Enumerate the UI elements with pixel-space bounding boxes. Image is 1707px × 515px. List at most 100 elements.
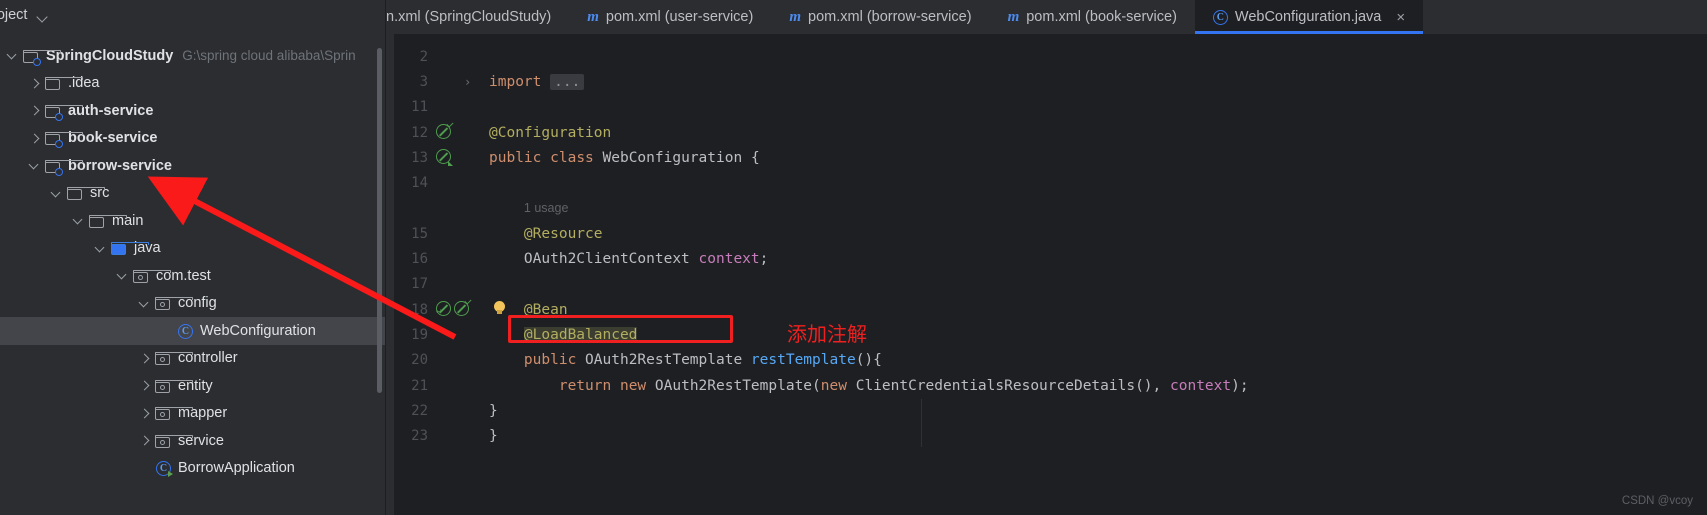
tree-item-borrow-service[interactable]: borrow-service: [0, 152, 386, 180]
code-line[interactable]: 18 ↵ @Bean: [386, 297, 1707, 322]
code-line[interactable]: 16 OAuth2ClientContext context;: [386, 246, 1707, 271]
code-text: import ...: [489, 73, 585, 90]
chevron-right-icon[interactable]: [136, 345, 154, 372]
editor-tab-pom-xml-book-service-[interactable]: m pom.xml (book-service): [990, 0, 1195, 34]
chevron-right-icon[interactable]: [26, 70, 44, 97]
close-icon[interactable]: ×: [1396, 10, 1405, 25]
tree-item-com-test[interactable]: com.test: [0, 262, 386, 290]
chevron-down-icon[interactable]: [48, 180, 66, 207]
tree-item-config[interactable]: config: [0, 290, 386, 318]
tree-item-label: SpringCloudStudy: [46, 47, 174, 64]
tree-item-mapper[interactable]: mapper: [0, 400, 386, 428]
editor-tab-n-xml-springcloudstudy-[interactable]: n.xml (SpringCloudStudy): [386, 0, 569, 34]
line-number: 19: [411, 326, 428, 343]
code-line[interactable]: 1 usage: [386, 196, 1707, 221]
chevron-right-icon[interactable]: [136, 427, 154, 454]
sidebar-scrollbar[interactable]: [377, 48, 382, 393]
editor-tab-webconfiguration-java[interactable]: C WebConfiguration.java ×: [1194, 0, 1424, 34]
chevron-down-icon[interactable]: [26, 152, 44, 179]
tree-item-borrowapplication[interactable]: C BorrowApplication: [0, 455, 386, 483]
editor-tab-label: pom.xml (user-service): [605, 9, 754, 25]
code-line[interactable]: 23}: [386, 423, 1707, 448]
code-line[interactable]: 17: [386, 272, 1707, 297]
chevron-right-icon[interactable]: [136, 400, 154, 427]
fold-arrow-icon[interactable]: ›: [464, 75, 471, 89]
tree-item-webconfiguration[interactable]: C WebConfiguration: [0, 317, 386, 345]
code-line[interactable]: 12 @Configuration: [386, 120, 1707, 145]
bean-gutter-icon[interactable]: ↵: [436, 297, 472, 317]
tree-item-service[interactable]: service: [0, 427, 386, 455]
java-class-icon: C: [1212, 9, 1228, 25]
package-icon: [154, 403, 193, 423]
chevron-down-icon[interactable]: [114, 262, 132, 289]
chevron-down-icon[interactable]: [70, 207, 88, 234]
indent-guide: [921, 399, 922, 447]
package-icon: [154, 348, 193, 368]
line-number: 21: [411, 377, 428, 394]
line-number: 23: [411, 428, 428, 445]
package-icon: [154, 431, 193, 451]
tree-item-label: WebConfiguration: [200, 322, 316, 339]
bean-gutter-icon[interactable]: [436, 149, 453, 167]
line-number: 18: [411, 301, 428, 318]
folder-icon: [88, 211, 127, 231]
tree-item-java[interactable]: java: [0, 235, 386, 263]
tree-item-springcloudstudy[interactable]: SpringCloudStudy G:\spring cloud alibaba\…: [0, 42, 386, 70]
module-folder-icon: [22, 46, 61, 66]
editor-tab-pom-xml-borrow-service-[interactable]: m pom.xml (borrow-service): [771, 0, 989, 34]
editor-tab-pom-xml-user-service-[interactable]: m pom.xml (user-service): [569, 0, 771, 34]
chevron-down-icon[interactable]: [136, 290, 154, 317]
code-line[interactable]: 20 public OAuth2RestTemplate restTemplat…: [386, 348, 1707, 373]
code-text: 1 usage: [523, 201, 569, 216]
chevron-down-icon[interactable]: [4, 42, 22, 69]
code-line[interactable]: 3 › import ...: [386, 69, 1707, 94]
tree-item--idea[interactable]: .idea: [0, 70, 386, 98]
maven-icon: m: [587, 8, 599, 25]
line-number: 16: [411, 251, 428, 268]
ide-window: roject SpringCloudStudy G:\spring cloud a…: [0, 0, 1707, 515]
chevron-down-icon[interactable]: [92, 235, 110, 262]
editor-tab-label: pom.xml (book-service): [1026, 9, 1177, 25]
module-folder-icon: [44, 156, 83, 176]
tree-item-label: borrow-service: [68, 157, 172, 174]
annotation-chinese-note: 添加注解: [787, 322, 867, 346]
code-lines: 2 3 › import ... 11 12 @Configuration 13 public …: [386, 44, 1707, 449]
sidebar-title: roject: [0, 7, 28, 23]
code-line[interactable]: 13 public class WebConfiguration {: [386, 145, 1707, 170]
watermark: CSDN @vcoy: [1621, 495, 1693, 507]
bean-gutter-icon[interactable]: [436, 120, 454, 140]
line-number: 2: [419, 48, 428, 65]
tree-item-auth-service[interactable]: auth-service: [0, 97, 386, 125]
code-line[interactable]: 15 @Resource: [386, 221, 1707, 246]
chevron-right-icon[interactable]: [136, 372, 154, 399]
code-text: @Resource: [523, 225, 603, 242]
line-number: 11: [411, 99, 428, 116]
tree-item-book-service[interactable]: book-service: [0, 125, 386, 153]
code-text: OAuth2ClientContext context;: [523, 251, 769, 268]
code-line[interactable]: 19 @LoadBalanced: [386, 322, 1707, 347]
java-class-icon: C: [176, 321, 196, 341]
code-editor[interactable]: 2 3 › import ... 11 12 @Configuration 13 public …: [386, 34, 1707, 515]
tree-item-controller[interactable]: controller: [0, 345, 386, 373]
code-line[interactable]: 21 return new OAuth2RestTemplate(new Cli…: [386, 373, 1707, 398]
module-folder-icon: [44, 101, 83, 121]
code-line[interactable]: 11: [386, 95, 1707, 120]
package-icon: [132, 266, 171, 286]
code-text: @Bean: [523, 301, 568, 318]
code-line[interactable]: 14: [386, 170, 1707, 195]
project-sidebar: roject SpringCloudStudy G:\spring cloud a…: [0, 0, 386, 515]
code-line[interactable]: 22}: [386, 398, 1707, 423]
tree-item-entity[interactable]: entity: [0, 372, 386, 400]
tree-item-path: G:\spring cloud alibaba\Sprin: [182, 48, 356, 64]
line-number: 15: [411, 225, 428, 242]
tree-item-src[interactable]: src: [0, 180, 386, 208]
sidebar-header[interactable]: roject: [0, 0, 386, 30]
chevron-down-icon[interactable]: [36, 10, 49, 23]
tree-item-main[interactable]: main: [0, 207, 386, 235]
code-line[interactable]: 2: [386, 44, 1707, 69]
chevron-right-icon[interactable]: [26, 125, 44, 152]
chevron-right-icon[interactable]: [26, 97, 44, 124]
line-number: 20: [411, 352, 428, 369]
